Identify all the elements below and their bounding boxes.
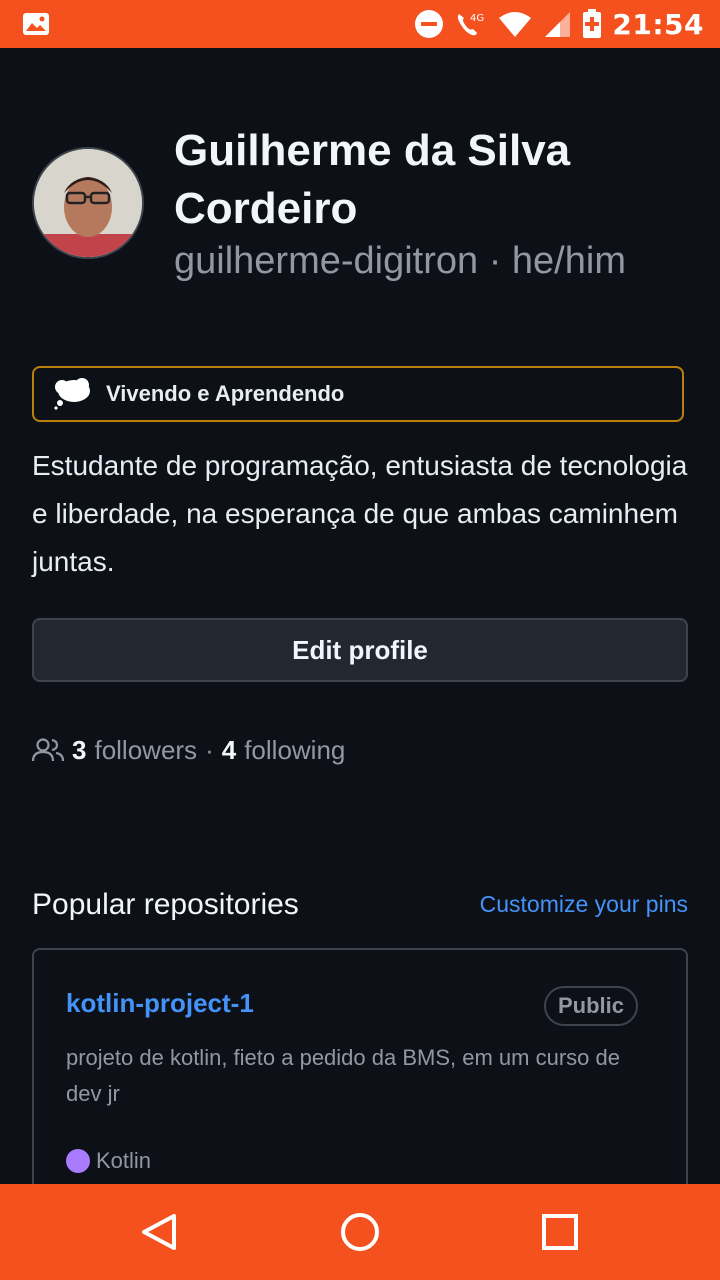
volte-call-icon: 4G — [458, 13, 484, 36]
clock: 21:54 — [612, 7, 704, 41]
username-pronouns: guilherme-digitron · he/him — [174, 240, 626, 282]
recents-icon[interactable] — [536, 1208, 584, 1256]
repo-language: Kotlin — [66, 1148, 151, 1174]
repo-name-link[interactable]: kotlin-project-1 — [66, 988, 254, 1019]
dnd-icon — [415, 10, 444, 38]
language-color-dot — [66, 1149, 90, 1173]
status-bar: 4G 21:54 — [0, 0, 720, 48]
battery-icon — [583, 9, 602, 38]
image-icon — [23, 13, 49, 35]
home-icon[interactable] — [336, 1208, 384, 1256]
people-icon — [32, 738, 64, 762]
bio: Estudante de programação, entusiasta de … — [32, 450, 688, 577]
following-label[interactable]: following — [244, 735, 345, 766]
popular-repositories-title: Popular repositories — [32, 888, 299, 921]
follow-stats: 3 followers · 4 following — [32, 730, 345, 770]
user-status[interactable]: Vivendo e Aprendendo — [32, 366, 684, 422]
svg-text:4G: 4G — [470, 13, 484, 24]
followers-count[interactable]: 3 — [72, 735, 86, 766]
language-label: Kotlin — [96, 1148, 152, 1173]
customize-pins-link[interactable]: Customize your pins — [480, 891, 688, 918]
separator-dot: · — [205, 734, 214, 765]
profile-name: Guilherme da Silva Cordeiro — [174, 126, 571, 233]
thought-balloon-icon — [54, 378, 90, 410]
repo-description: projeto de kotlin, fieto a pedido da BMS… — [66, 1045, 620, 1106]
wifi-icon — [499, 12, 532, 37]
avatar[interactable] — [32, 147, 144, 259]
status-text: Vivendo e Aprendendo — [106, 381, 345, 406]
status-icons: 4G 21:54 — [414, 0, 704, 48]
following-count[interactable]: 4 — [222, 735, 236, 766]
edit-profile-button[interactable]: Edit profile — [32, 618, 688, 682]
followers-label[interactable]: followers — [94, 735, 197, 766]
signal-icon — [545, 12, 571, 37]
avatar-photo — [34, 149, 142, 257]
visibility-badge: Public — [543, 986, 638, 1026]
navigation-bar — [0, 1184, 720, 1280]
back-icon[interactable] — [136, 1208, 184, 1256]
